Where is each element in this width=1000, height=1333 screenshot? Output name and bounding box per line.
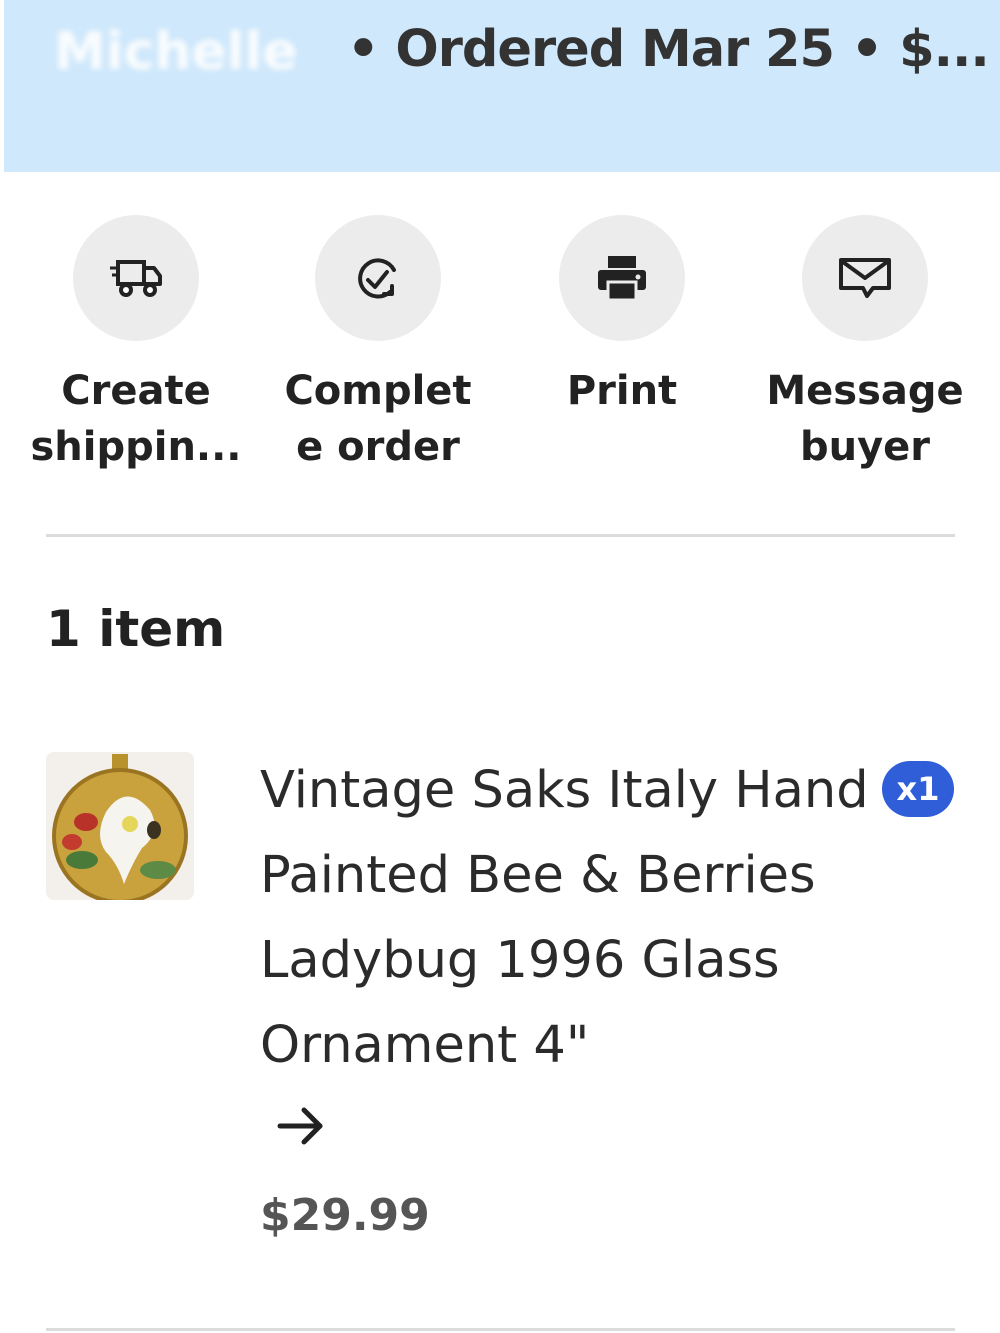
complete-order-icon: [358, 258, 396, 299]
item-title-link[interactable]: Vintage Saks Italy Hand Painted Bee & Be…: [260, 748, 870, 1088]
action-circle[interactable]: [315, 215, 441, 341]
ornament-thumbnail[interactable]: [46, 752, 194, 900]
shipping-truck-icon: [110, 260, 162, 297]
complete-order-label: Complet e order: [284, 368, 472, 470]
print-button[interactable]: Print: [502, 215, 742, 419]
divider: [46, 534, 955, 537]
buyer-name-redacted: Michelle: [54, 22, 298, 82]
items-count-heading: 1 item: [46, 600, 226, 658]
create-shipping-label: Create shippin...: [30, 368, 242, 470]
print-label: Print: [566, 368, 678, 414]
quantity-badge: x1: [882, 761, 954, 817]
action-circle[interactable]: [73, 215, 199, 341]
arrow-right-icon[interactable]: [274, 1098, 330, 1154]
message-envelope-icon: [839, 258, 891, 298]
complete-order-button[interactable]: Complet e order: [258, 215, 498, 475]
ornament-image: [46, 752, 194, 900]
item-price: $29.99: [260, 1190, 430, 1241]
order-summary-title: • Ordered Mar 25 • $...: [347, 20, 990, 79]
create-shipping-button[interactable]: Create shippin...: [16, 215, 256, 475]
printer-icon: [598, 256, 646, 302]
order-header: Michelle • Ordered Mar 25 • $...: [4, 0, 1000, 172]
action-circle[interactable]: [802, 215, 928, 341]
action-circle[interactable]: [559, 215, 685, 341]
message-buyer-label: Message buyer: [766, 368, 964, 470]
divider: [46, 1328, 955, 1331]
message-buyer-button[interactable]: Message buyer: [745, 215, 985, 475]
